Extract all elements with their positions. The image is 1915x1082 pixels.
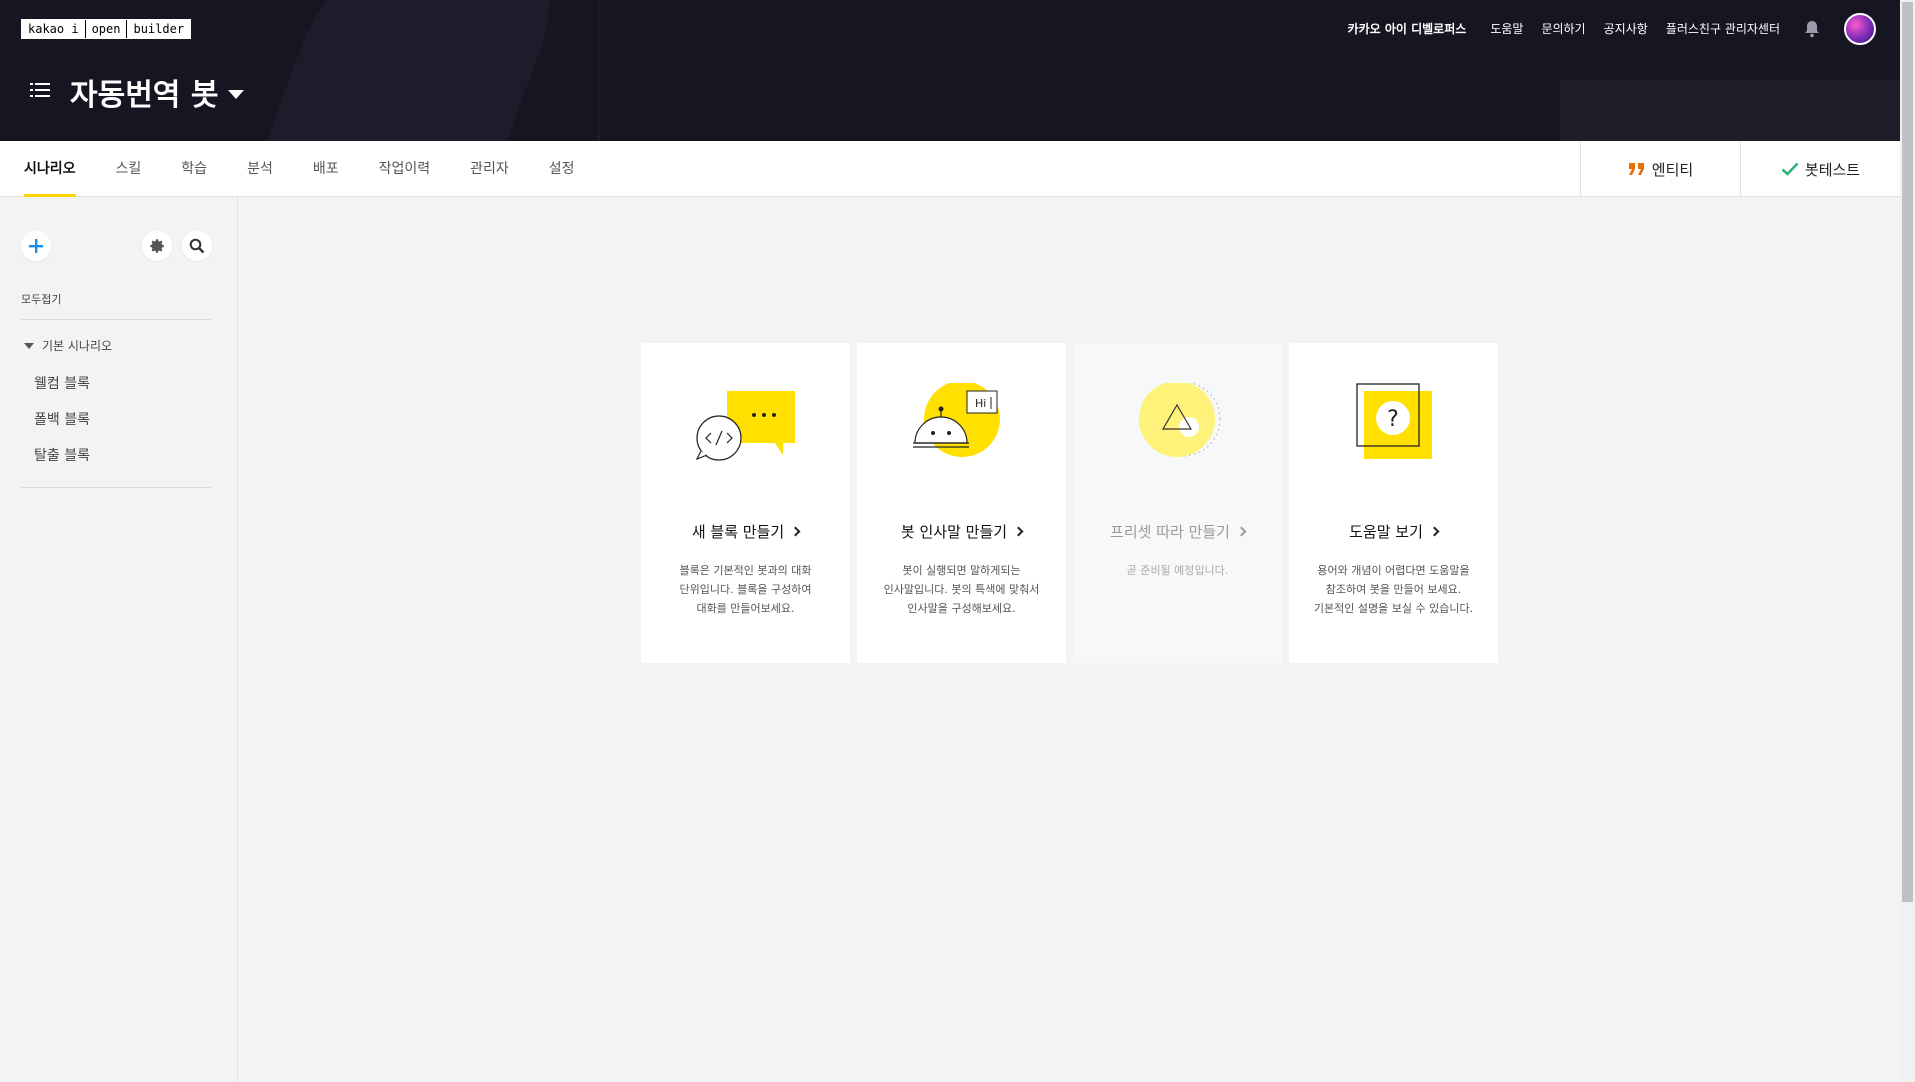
caret-down-icon <box>228 89 245 99</box>
scenario-sidebar: 모두접기 기본 시나리오 웰컴 블록 폴백 블록 탈출 블록 <box>0 197 238 1082</box>
plus-icon <box>29 239 43 253</box>
scrollbar-thumb[interactable] <box>1902 2 1913 902</box>
bot-test-button[interactable]: 봇테스트 <box>1740 141 1900 197</box>
card-title-text: 봇 인사말 만들기 <box>900 523 1008 541</box>
scenario-group-default[interactable]: 기본 시나리오 <box>24 337 112 354</box>
collapse-all-button[interactable]: 모두접기 <box>21 291 61 307</box>
entity-label: 엔티티 <box>1651 160 1694 179</box>
block-item-exit[interactable]: 탈출 블록 <box>34 445 90 465</box>
divider <box>21 487 211 488</box>
block-item-welcome[interactable]: 웰컴 블록 <box>34 373 90 393</box>
kakao-i-open-builder-logo[interactable]: kakao i open builder <box>21 19 192 39</box>
tab-admin[interactable]: 관리자 <box>470 141 509 197</box>
header-decoration <box>598 0 600 141</box>
chevron-right-icon <box>1429 526 1440 537</box>
card-title: 도움말 보기 <box>1289 521 1498 542</box>
card-description: 블록은 기본적인 봇과의 대화 단위입니다. 블록을 구성하여 대화를 만들어보… <box>679 564 812 615</box>
logo-part: builder <box>127 20 191 38</box>
card-title: 봇 인사말 만들기 <box>857 521 1066 542</box>
card-title: 새 블록 만들기 <box>641 521 850 542</box>
tab-analysis[interactable]: 분석 <box>247 141 273 197</box>
help-link[interactable]: 도움말 <box>1490 20 1523 37</box>
tab-settings[interactable]: 설정 <box>549 141 575 197</box>
admin-center-link[interactable]: 플러스친구 관리자센터 <box>1666 20 1780 37</box>
tab-skill[interactable]: 스킬 <box>116 141 142 197</box>
avatar[interactable] <box>1844 13 1876 45</box>
search-icon <box>189 238 205 254</box>
bot-greeting-card[interactable]: Hi 봇 인사말 만들기 봇이 실행되면 말하게되는 인사말입니다. 봇의 특색… <box>857 343 1066 663</box>
card-title: 프리셋 따라 만들기 <box>1073 521 1282 542</box>
tab-scenario[interactable]: 시나리오 <box>24 141 76 197</box>
page-scrollbar[interactable] <box>1900 0 1915 1082</box>
header: kakao i open builder 카카오 아이 디벨로퍼스 도움말 문의… <box>0 0 1900 141</box>
card-description: 봇이 실행되면 말하게되는 인사말입니다. 봇의 특색에 맞춰서 인사말을 구성… <box>883 564 1040 615</box>
help-card[interactable]: ? 도움말 보기 용어와 개념이 어렵다면 도움말을 참조하여 봇을 만들어 보… <box>1289 343 1498 663</box>
check-icon <box>1781 162 1799 176</box>
logo-part: open <box>85 20 128 38</box>
bot-selector[interactable]: 자동번역 봇 <box>70 70 245 114</box>
block-item-fallback[interactable]: 폴백 블록 <box>34 409 90 429</box>
card-title-text: 도움말 보기 <box>1349 523 1423 541</box>
preset-illustration <box>1139 383 1221 457</box>
chevron-right-icon <box>1236 526 1247 537</box>
divider <box>21 319 211 320</box>
tab-history[interactable]: 작업이력 <box>379 141 431 197</box>
card-description: 용어와 개념이 어렵다면 도움말을 참조하여 봇을 만들어 보세요. 기본적인 … <box>1313 564 1474 615</box>
scenario-group-label: 기본 시나리오 <box>42 339 113 353</box>
search-button[interactable] <box>182 231 212 261</box>
bell-icon[interactable] <box>1803 19 1821 39</box>
card-title-text: 새 블록 만들기 <box>691 523 785 541</box>
card-title-text: 프리셋 따라 만들기 <box>1110 523 1230 541</box>
question-mark-icon: ? <box>1387 407 1399 432</box>
chevron-right-icon <box>1013 526 1024 537</box>
tab-learning[interactable]: 학습 <box>181 141 207 197</box>
bot-name: 자동번역 봇 <box>70 78 219 113</box>
new-block-illustration <box>695 391 795 461</box>
tab-deploy[interactable]: 배포 <box>313 141 339 197</box>
tab-bar: 시나리오 스킬 학습 분석 배포 작업이력 관리자 설정 엔티티 봇테스트 <box>0 141 1900 197</box>
entity-button[interactable]: 엔티티 <box>1580 141 1740 197</box>
developers-link[interactable]: 카카오 아이 디벨로퍼스 <box>1348 20 1467 37</box>
triangle-down-icon <box>24 342 34 349</box>
add-scenario-button[interactable] <box>21 231 51 261</box>
preset-card: 프리셋 따라 만들기 곧 준비될 예정입니다. <box>1073 343 1282 663</box>
new-block-card[interactable]: 새 블록 만들기 블록은 기본적인 봇과의 대화 단위입니다. 블록을 구성하여… <box>641 343 850 663</box>
top-navigation: 카카오 아이 디벨로퍼스 도움말 문의하기 공지사항 플러스친구 관리자센터 <box>1348 20 1780 37</box>
help-illustration: ? <box>1356 383 1432 459</box>
chevron-right-icon <box>790 526 801 537</box>
notice-link[interactable]: 공지사항 <box>1604 20 1648 37</box>
menu-icon[interactable] <box>30 82 50 98</box>
gear-icon <box>150 239 164 253</box>
card-description: 곧 준비될 예정입니다. <box>1126 564 1229 577</box>
logo-part: kakao i <box>22 20 86 38</box>
settings-button[interactable] <box>142 231 172 261</box>
hi-bubble-text: Hi <box>975 397 986 410</box>
inquiry-link[interactable]: 문의하기 <box>1541 20 1585 37</box>
header-decoration <box>252 0 588 141</box>
main-tabs: 시나리오 스킬 학습 분석 배포 작업이력 관리자 설정 <box>24 141 575 197</box>
header-decoration <box>1560 80 1900 141</box>
bot-greeting-illustration: Hi <box>913 383 1000 457</box>
quote-icon <box>1628 163 1644 175</box>
bot-test-label: 봇테스트 <box>1804 160 1861 179</box>
